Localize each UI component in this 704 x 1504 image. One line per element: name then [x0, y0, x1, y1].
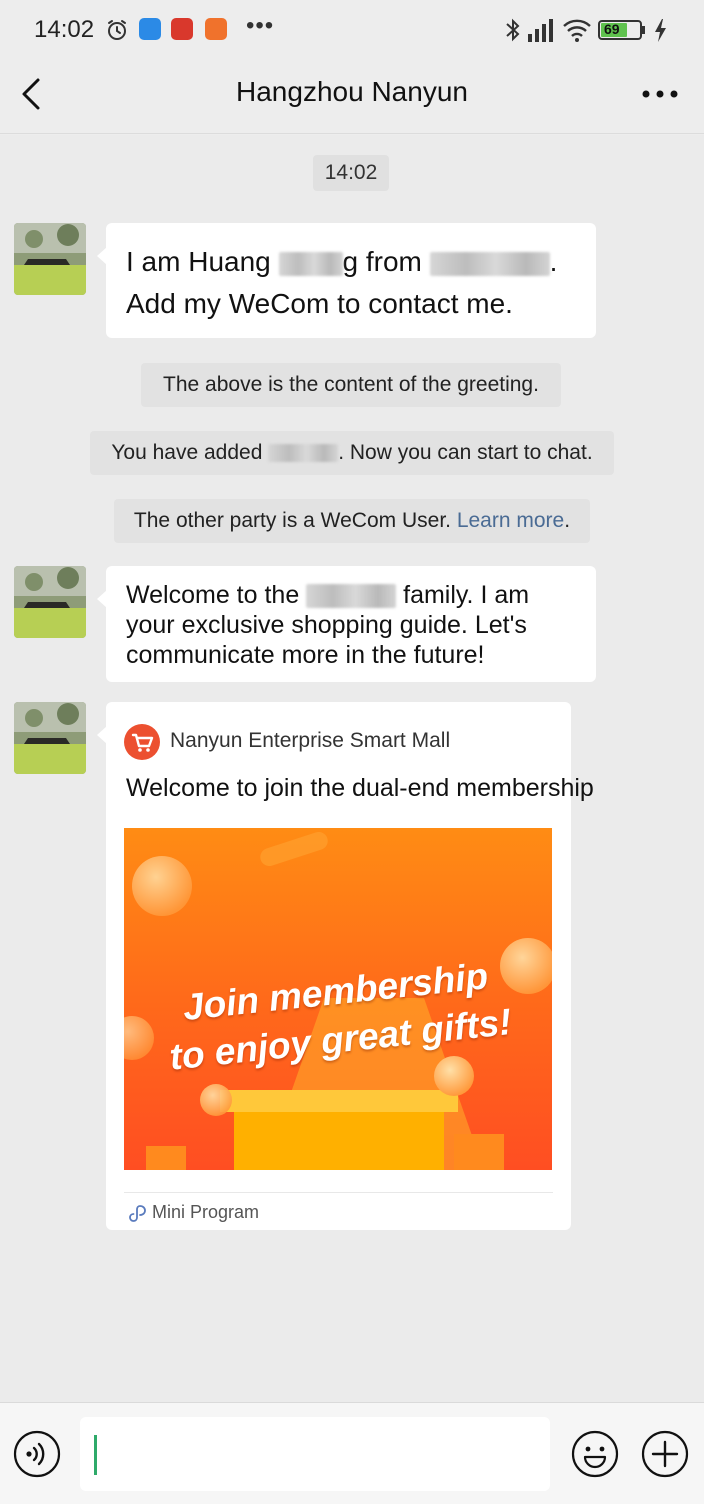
contact-avatar[interactable]	[14, 566, 86, 638]
avatar-image	[14, 223, 86, 295]
message-text: I am Huang	[126, 246, 279, 277]
avatar-image	[14, 566, 86, 638]
message-line: Welcome to the family. I am	[126, 580, 576, 610]
wifi-icon	[563, 19, 591, 42]
app-icon-blue	[139, 18, 161, 40]
emoji-icon[interactable]	[570, 1429, 620, 1479]
status-right-group: 69	[504, 16, 674, 46]
alarm-icon	[108, 20, 126, 40]
message-line: Add my WeCom to contact me.	[126, 288, 513, 319]
mini-program-label: Mini Program	[152, 1202, 260, 1222]
redacted-brand	[306, 584, 397, 609]
message-input[interactable]	[80, 1417, 550, 1491]
voice-icon[interactable]	[12, 1429, 62, 1479]
status-time: 14:02	[34, 16, 95, 43]
membership-banner[interactable]: Join membership to enjoy great gifts!	[124, 828, 552, 1170]
notice-text: You have added	[111, 441, 269, 464]
card-divider	[124, 1192, 553, 1193]
avatar-image	[14, 702, 86, 774]
message-bubble-welcome[interactable]: Welcome to the family. I am your exclusi…	[97, 566, 596, 682]
message-line: I am Huang g from .	[126, 241, 576, 283]
input-caret	[94, 1435, 97, 1475]
notice-text: . Now you can start to chat.	[338, 441, 593, 464]
redacted-name	[278, 251, 343, 276]
message-text: family. I am	[396, 581, 530, 609]
notice-text: .	[564, 509, 571, 532]
system-notice-wecom: The other party is a WeCom User. Learn m…	[114, 499, 590, 543]
message-bubble-greeting[interactable]: I am Huang g from . Add my WeCom to cont…	[97, 223, 596, 338]
contact-avatar[interactable]	[14, 223, 86, 295]
mini-program-icon	[129, 1205, 146, 1222]
plus-circle-icon[interactable]	[640, 1429, 690, 1479]
learn-more-link[interactable]: Learn more	[457, 509, 564, 532]
message-text: g from	[342, 246, 430, 277]
notice-text: The other party is a WeCom User.	[133, 509, 457, 532]
message-line: communicate more in the future!	[126, 641, 485, 669]
message-line: your exclusive shopping guide. Let's	[126, 611, 527, 639]
message-input-bar	[0, 1402, 704, 1504]
charging-icon	[655, 19, 666, 42]
redacted-name	[268, 444, 339, 463]
mini-program-title: Welcome to join the dual-end membership	[126, 774, 594, 802]
mini-program-name: Nanyun Enterprise Smart Mall	[170, 729, 451, 752]
chat-header: Hangzhou Nanyun	[0, 62, 704, 134]
mini-program-card[interactable]: Nanyun Enterprise Smart Mall Welcome to …	[97, 702, 594, 1230]
contact-avatar[interactable]	[14, 702, 86, 774]
more-dots-icon[interactable]	[638, 82, 682, 106]
chat-area[interactable]: 14:02 I am Huang g from . Add my WeCom t…	[0, 135, 704, 1402]
system-notice-added: You have added . Now you can start to ch…	[90, 431, 614, 475]
status-bar: 14:02 ••• 69	[0, 0, 704, 62]
message-text: .	[549, 246, 558, 277]
signal-icon	[528, 19, 553, 42]
mall-logo-icon	[124, 724, 160, 760]
app-icon-red	[171, 18, 193, 40]
bluetooth-icon	[506, 18, 520, 42]
system-notice-greeting: The above is the content of the greeting…	[141, 363, 561, 407]
message-timestamp: 14:02	[313, 155, 389, 191]
message-text: Welcome to the	[126, 581, 307, 609]
status-more-indicator: •••	[246, 12, 275, 39]
battery-level: 69	[604, 21, 620, 37]
redacted-company	[429, 251, 550, 276]
app-icon-orange	[205, 18, 227, 40]
page-title: Hangzhou Nanyun	[236, 76, 468, 107]
